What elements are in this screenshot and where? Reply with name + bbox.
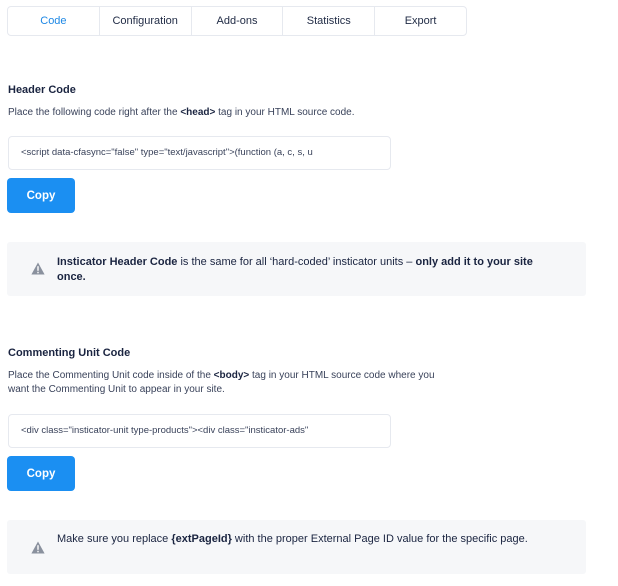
header-code-notice: Insticator Header Code is the same for a… bbox=[7, 242, 586, 296]
header-code-title: Header Code bbox=[8, 84, 76, 96]
notice-before: Make sure you replace bbox=[57, 533, 172, 545]
tab-statistics[interactable]: Statistics bbox=[283, 7, 376, 35]
header-code-notice-text: Insticator Header Code is the same for a… bbox=[57, 255, 557, 285]
header-code-desc-before: Place the following code right after the bbox=[8, 107, 181, 118]
tab-configuration[interactable]: Configuration bbox=[100, 7, 192, 35]
tab-export[interactable]: Export bbox=[375, 7, 466, 35]
commenting-code-notice-text: Make sure you replace {extPageId} with t… bbox=[57, 532, 557, 547]
warning-icon bbox=[31, 262, 45, 275]
commenting-code-snippet[interactable]: <div class="insticator-unit type-product… bbox=[8, 414, 391, 448]
notice-middle: is the same for all ‘hard-coded’ instica… bbox=[177, 256, 416, 268]
commenting-code-desc-before: Place the Commenting Unit code inside of… bbox=[8, 370, 214, 381]
header-code-desc-tag: <head> bbox=[180, 107, 216, 118]
commenting-code-description: Place the Commenting Unit code inside of… bbox=[8, 369, 448, 397]
header-code-snippet[interactable]: <script data-cfasync="false" type="text/… bbox=[8, 136, 391, 170]
commenting-code-copy-button[interactable]: Copy bbox=[7, 456, 75, 491]
notice-after: with the proper External Page ID value f… bbox=[231, 533, 528, 545]
notice-bold-start: Insticator Header Code bbox=[57, 256, 178, 268]
tab-bar: Code Configuration Add-ons Statistics Ex… bbox=[7, 6, 467, 36]
header-code-copy-button[interactable]: Copy bbox=[7, 178, 75, 213]
tab-code[interactable]: Code bbox=[8, 7, 100, 35]
commenting-code-notice: Make sure you replace {extPageId} with t… bbox=[7, 520, 586, 574]
commenting-code-title: Commenting Unit Code bbox=[8, 347, 131, 359]
notice-ext-page-id: {extPageId} bbox=[171, 533, 232, 545]
header-code-desc-after: tag in your HTML source code. bbox=[215, 107, 355, 118]
tab-add-ons[interactable]: Add-ons bbox=[192, 7, 284, 35]
header-code-description: Place the following code right after the… bbox=[8, 106, 468, 120]
warning-icon bbox=[31, 541, 45, 554]
commenting-code-desc-tag: <body> bbox=[213, 370, 250, 381]
